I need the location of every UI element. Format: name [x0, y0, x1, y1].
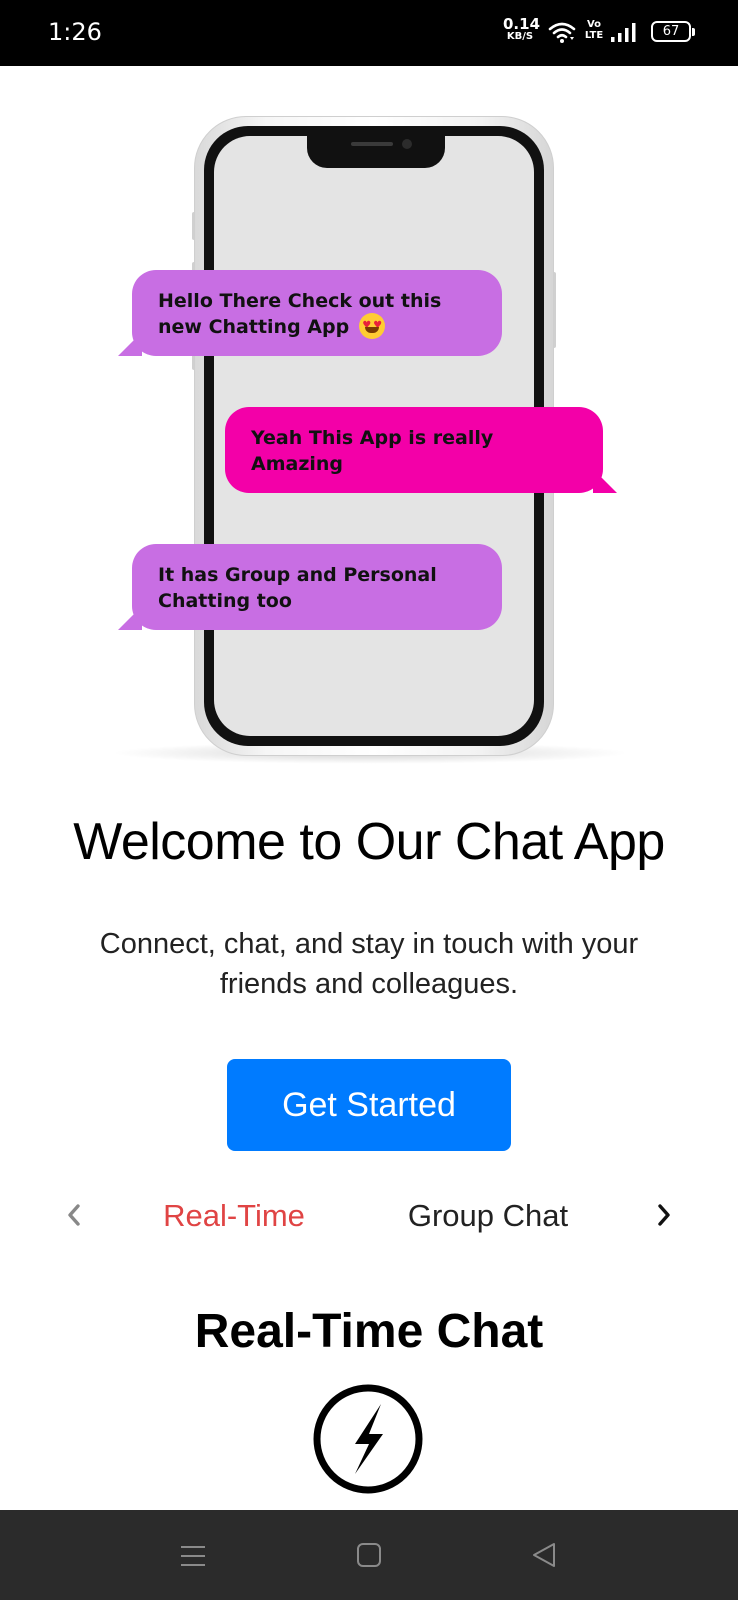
chevron-left-icon[interactable] — [58, 1196, 90, 1234]
volte-top: Vo — [586, 19, 602, 30]
chat-bubble-line: Amazing — [251, 453, 344, 475]
chat-bubble-line: new Chatting App — [158, 316, 350, 338]
phone-notch — [307, 134, 445, 168]
volte-indicator: Vo LTE — [583, 19, 605, 41]
chat-bubble: Yeah This App is really Amazing — [225, 407, 617, 493]
back-icon[interactable] — [530, 1540, 558, 1570]
chat-bubble: It has Group and Personal Chatting too — [118, 544, 502, 630]
menu-icon[interactable] — [178, 1542, 208, 1570]
hero-illustration: Hello There Check out this new Chatting … — [110, 112, 630, 764]
chat-bubble: Hello There Check out this new Chatting … — [118, 270, 502, 356]
welcome-subtitle-line: Connect, chat, and stay in touch with yo… — [99, 928, 639, 960]
get-started-button[interactable]: Get Started — [227, 1059, 511, 1151]
battery-icon: 67 — [651, 21, 695, 42]
tab-real-time[interactable]: Real-Time — [160, 1196, 308, 1236]
chat-bubble-line: Hello There Check out this — [158, 290, 442, 312]
chat-bubble-line: Chatting too — [158, 590, 292, 612]
chevron-right-icon[interactable] — [648, 1196, 680, 1234]
network-speed-value: 0.14 — [503, 15, 541, 33]
chat-bubble-line: Yeah This App is really — [251, 427, 494, 449]
wifi-icon — [548, 22, 576, 43]
battery-level: 67 — [662, 24, 680, 39]
volte-bottom: LTE — [584, 30, 604, 41]
tab-group-chat[interactable]: Group Chat — [400, 1196, 576, 1236]
smiling-heart-eyes-emoji-icon — [359, 312, 386, 339]
page-title: Welcome to Our Chat App — [73, 813, 665, 871]
chat-bubble-line: It has Group and Personal — [158, 564, 437, 586]
network-speed: 0.14 KB/S — [503, 15, 541, 42]
signal-icon — [611, 23, 636, 42]
network-speed-unit: KB/S — [506, 31, 534, 42]
lightning-bolt-icon — [313, 1384, 423, 1494]
welcome-subtitle-line: friends and colleagues. — [219, 968, 519, 1000]
status-bar: 1:26 0.14 KB/S Vo LTE 67 — [0, 0, 738, 66]
welcome-subtitle: Connect, chat, and stay in touch with yo… — [60, 924, 678, 1004]
phone-camera — [402, 139, 412, 149]
feature-title: Real-Time Chat — [194, 1305, 544, 1358]
home-icon[interactable] — [355, 1541, 383, 1569]
status-time: 1:26 — [48, 18, 102, 46]
phone-speaker — [351, 142, 393, 146]
